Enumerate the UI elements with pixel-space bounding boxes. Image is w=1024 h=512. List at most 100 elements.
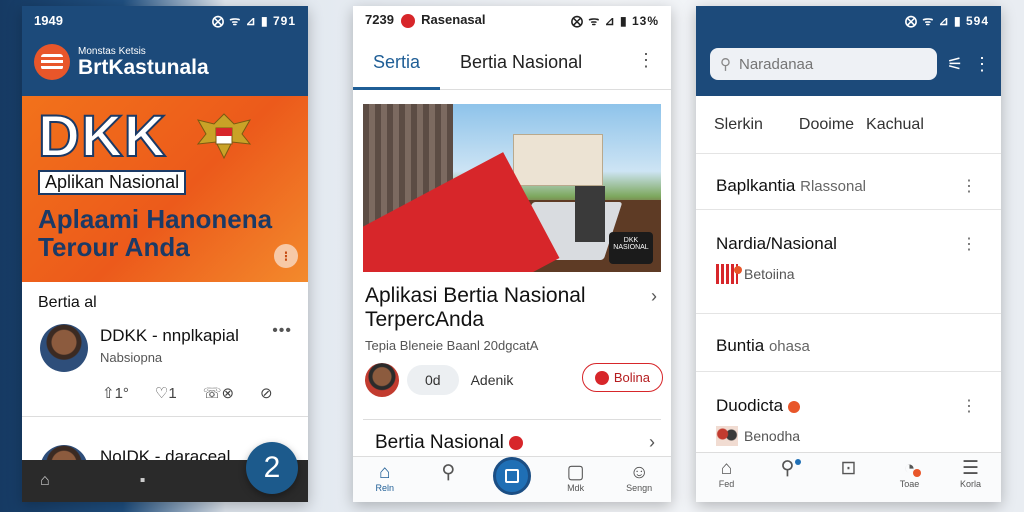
nav-label: Korla bbox=[959, 479, 981, 489]
hero-tagline: Aplikan Nasional bbox=[38, 170, 187, 195]
search-icon: ⚲ bbox=[441, 462, 456, 483]
tab-sertia[interactable]: Sertia bbox=[353, 34, 441, 90]
bottom-nav: ⌂ Reln ⚲ ▢ Mdk ☺ Sengn bbox=[353, 456, 671, 502]
tab-bar: Sertia Bertia Nasional ⋮ bbox=[353, 34, 671, 90]
more-vert-icon[interactable]: ⋮ bbox=[961, 396, 977, 416]
nav-label: Fed bbox=[718, 479, 735, 489]
phone-article-screen: 7239 Rasenasal ⨂ ᯤ ⊿ ▮ 13% Sertia Bertia… bbox=[353, 6, 671, 502]
comment-button[interactable]: ♡1 bbox=[155, 384, 177, 402]
item-subtitle: Benodha bbox=[744, 428, 801, 444]
people-icon bbox=[716, 426, 738, 446]
nav-chat[interactable]: ◔ Toae bbox=[885, 459, 935, 489]
share-button[interactable]: ☏⊗ bbox=[203, 384, 234, 402]
square-icon bbox=[492, 457, 531, 495]
news-meta: Tepia Bleneie Baanl 20dgcatA bbox=[365, 338, 539, 353]
chat-icon: ▢ bbox=[566, 462, 585, 483]
search-box[interactable]: ⚲ bbox=[710, 48, 937, 80]
list-item[interactable]: Nardia/Nasional Betoiina ⋮ bbox=[696, 210, 1001, 314]
nav-label: Sengn bbox=[626, 483, 653, 493]
square-icon: ⊡ bbox=[840, 458, 857, 479]
reply-button[interactable]: ⊘ bbox=[260, 384, 273, 402]
square-icon[interactable]: ▪ bbox=[140, 472, 146, 490]
play-icon bbox=[594, 370, 609, 385]
app-logo-icon bbox=[34, 44, 70, 80]
post-title: DDKK - nnplkapial bbox=[100, 326, 239, 345]
header: ⨂ ᯤ ⊿ ▮ 594 ⚲ ⚟ ⋮ bbox=[696, 6, 1001, 96]
filter-icon[interactable]: ⚟ bbox=[947, 54, 963, 75]
nav-chat[interactable]: ▢ Mdk bbox=[551, 462, 601, 494]
search-row: ⚲ ⚟ ⋮ bbox=[696, 34, 1001, 80]
status-time: 7239 bbox=[365, 12, 394, 28]
tab-bertia-nasional[interactable]: Bertia Nasional bbox=[440, 34, 602, 90]
brand-name: BrtKastunala bbox=[78, 55, 209, 79]
watch-button-label: Bolina bbox=[613, 370, 650, 385]
search-icon: ⚲ bbox=[720, 56, 731, 73]
brand: Monstas Ketsis BrtKastunala bbox=[22, 34, 308, 80]
category-tab[interactable]: Slerkin bbox=[714, 116, 763, 134]
hero-headline-line1: Aplaami Hanonena bbox=[38, 204, 273, 234]
news-headline[interactable]: Aplikasi Bertia Nasional TerpercAnda › bbox=[353, 272, 671, 332]
home-icon: ⌂ bbox=[379, 462, 391, 483]
home-icon: ⌂ bbox=[720, 458, 733, 479]
watch-button[interactable]: Bolina bbox=[581, 363, 663, 392]
chevron-right-icon[interactable]: › bbox=[651, 284, 657, 308]
emblem-icon bbox=[196, 113, 252, 160]
category-tabs: Slerkin Dooime Kachual bbox=[696, 96, 1001, 154]
list-item[interactable]: Buntia ohasa bbox=[696, 314, 1001, 372]
hero-banner[interactable]: DKK Aplikan Nasional Aplaami Hanonena Te… bbox=[22, 96, 308, 282]
status-icons: ⨂ ᯤ ⊿ ▮ 791 bbox=[212, 13, 296, 28]
image-badge: DKK NASIONAL bbox=[609, 232, 653, 264]
nav-profile[interactable]: ☺ Sengn bbox=[614, 462, 664, 494]
home-icon[interactable]: ⌂ bbox=[40, 472, 50, 490]
more-vert-icon[interactable]: ⋮ bbox=[973, 54, 991, 75]
count-pill[interactable]: 0d bbox=[407, 365, 459, 395]
item-title: Nardia/Nasional bbox=[716, 234, 837, 253]
profile-icon: ☺ bbox=[629, 462, 649, 483]
nav-search[interactable]: ⚲ bbox=[423, 463, 473, 483]
more-icon[interactable]: ••• bbox=[272, 322, 292, 340]
item-tag: Rlassonal bbox=[800, 178, 866, 195]
news-actions: 0d Adenik Bolina bbox=[353, 353, 671, 397]
more-vert-icon[interactable]: ⋮ bbox=[961, 234, 977, 254]
news-image[interactable]: DKK NASIONAL bbox=[363, 104, 661, 272]
item-subtitle: Betoiina bbox=[744, 266, 795, 282]
item-title: Buntia bbox=[716, 336, 765, 355]
category-tab[interactable]: Dooime bbox=[799, 116, 854, 134]
news-item[interactable]: Bertia Nasional › bbox=[363, 419, 661, 454]
post-actions: ⇧1° ♡1 ☏⊗ ⊘ bbox=[22, 372, 308, 402]
avatar bbox=[365, 363, 399, 397]
info-icon[interactable]: ⁝ bbox=[274, 244, 298, 268]
like-button[interactable]: ⇧1° bbox=[102, 384, 129, 402]
badge-icon bbox=[509, 435, 524, 450]
building-image bbox=[513, 134, 603, 186]
header: 1949 ⨂ ᯤ ⊿ ▮ 791 Monstas Ketsis BrtKastu… bbox=[22, 6, 308, 96]
category-tab[interactable]: Kachual bbox=[866, 116, 924, 134]
status-bar: ⨂ ᯤ ⊿ ▮ 594 bbox=[696, 6, 1001, 34]
search-input[interactable] bbox=[739, 55, 899, 73]
chevron-right-icon[interactable]: › bbox=[649, 432, 655, 453]
nav-center[interactable] bbox=[487, 457, 537, 495]
post-card[interactable]: DDKK - nnplkapial Nabsiopna ••• bbox=[22, 320, 308, 372]
fab-button[interactable]: 2 bbox=[246, 442, 298, 494]
author-name: Adenik bbox=[470, 372, 514, 388]
status-time: 1949 bbox=[34, 12, 63, 28]
nav-label: Mdk bbox=[567, 483, 585, 493]
nav-home[interactable]: ⌂ Fed bbox=[702, 458, 752, 490]
avatar bbox=[40, 324, 88, 372]
nav-label: Toae bbox=[899, 479, 920, 489]
item-tag: ohasa bbox=[768, 338, 810, 355]
app-indicator-icon bbox=[400, 13, 415, 28]
status-bar: 1949 ⨂ ᯤ ⊿ ▮ 791 bbox=[22, 6, 308, 34]
nav-menu[interactable]: ☰ Korla bbox=[946, 459, 996, 490]
brand-subtitle: Monstas Ketsis bbox=[78, 45, 146, 57]
status-icons: ⨂ ᯤ ⊿ ▮ 13% bbox=[571, 13, 659, 28]
more-vert-icon[interactable]: ⋮ bbox=[637, 50, 655, 71]
nav-search[interactable]: ⚲ bbox=[763, 459, 813, 479]
nav-home[interactable]: ⌂ Reln bbox=[360, 462, 410, 494]
nav-label: Reln bbox=[375, 483, 395, 493]
more-vert-icon[interactable]: ⋮ bbox=[961, 176, 977, 196]
phone-list-screen: ⨂ ᯤ ⊿ ▮ 594 ⚲ ⚟ ⋮ Slerkin Dooime Kachual… bbox=[696, 6, 1001, 502]
nav-center[interactable]: ⊡ bbox=[824, 459, 874, 479]
list-item[interactable]: Baplkantia Rlassonal ⋮ bbox=[696, 154, 1001, 210]
status-bar: 7239 Rasenasal ⨂ ᯤ ⊿ ▮ 13% bbox=[353, 6, 671, 34]
